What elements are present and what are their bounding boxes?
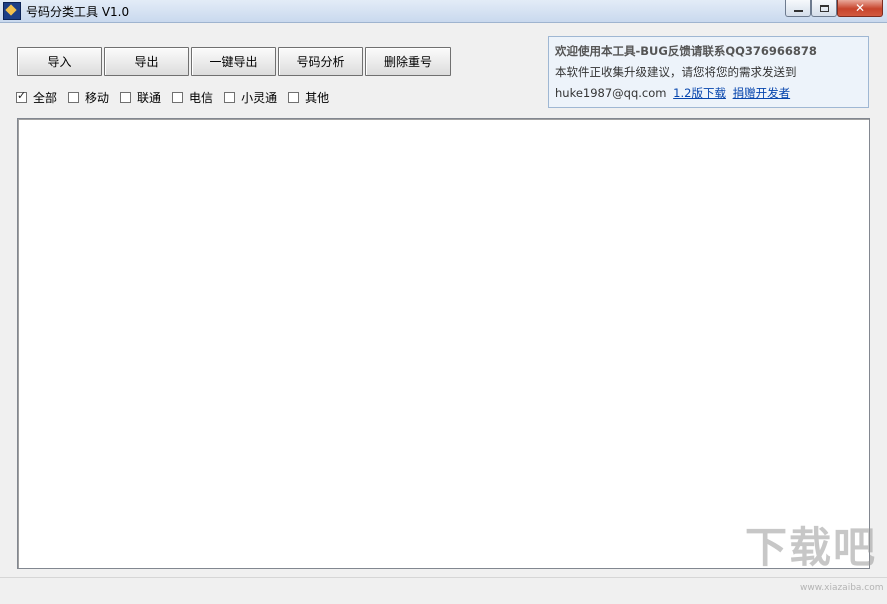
maximize-icon bbox=[819, 4, 829, 12]
contact-email: huke1987@qq.com bbox=[555, 86, 667, 100]
feedback-text: 本软件正收集升级建议，请您将您的需求发送到 bbox=[555, 65, 797, 79]
donate-link[interactable]: 捐赠开发者 bbox=[733, 86, 791, 100]
filter-telecom[interactable]: 电信 bbox=[172, 89, 213, 106]
number-analysis-button[interactable]: 号码分析 bbox=[278, 47, 363, 76]
status-bar bbox=[0, 577, 887, 604]
filter-label: 电信 bbox=[189, 90, 214, 105]
checkbox-telecom[interactable] bbox=[172, 91, 184, 103]
title-bar[interactable]: 号码分类工具 V1.0 ✕ bbox=[0, 0, 887, 23]
minimize-button[interactable] bbox=[785, 0, 811, 17]
one-click-export-button[interactable]: 一键导出 bbox=[191, 47, 276, 76]
filter-label: 联通 bbox=[137, 90, 162, 105]
minimize-icon bbox=[793, 10, 803, 12]
filter-label: 移动 bbox=[85, 90, 110, 105]
welcome-text: 欢迎使用本工具-BUG反馈请联系QQ376966878 bbox=[555, 44, 817, 58]
checkbox-all[interactable] bbox=[16, 89, 27, 103]
close-button[interactable]: ✕ bbox=[837, 0, 883, 17]
filter-label: 其他 bbox=[305, 90, 330, 105]
watermark-url: www.xiazaiba.com bbox=[800, 583, 884, 593]
filter-phs[interactable]: 小灵通 bbox=[224, 89, 277, 106]
filter-unicom[interactable]: 联通 bbox=[120, 89, 161, 106]
output-textarea[interactable] bbox=[17, 118, 870, 569]
watermark-logo: 下载吧 bbox=[745, 523, 878, 572]
filter-other[interactable]: 其他 bbox=[288, 89, 329, 106]
window-title: 号码分类工具 V1.0 bbox=[26, 5, 130, 19]
contact-line: huke1987@qq.com 1.2版下载 捐赠开发者 bbox=[555, 83, 862, 104]
export-button[interactable]: 导出 bbox=[104, 47, 189, 76]
checkbox-other[interactable] bbox=[288, 91, 300, 103]
maximize-button[interactable] bbox=[811, 0, 837, 17]
delete-duplicates-button[interactable]: 删除重号 bbox=[365, 47, 451, 76]
close-icon: ✕ bbox=[854, 1, 866, 15]
carrier-filter-group: 全部 移动 联通 电信 小灵通 其他 bbox=[16, 89, 340, 105]
filter-label: 小灵通 bbox=[241, 90, 278, 105]
filter-all[interactable]: 全部 bbox=[16, 89, 57, 106]
info-panel: 欢迎使用本工具-BUG反馈请联系QQ376966878 本软件正收集升级建议，请… bbox=[548, 36, 869, 108]
checkbox-phs[interactable] bbox=[224, 91, 236, 103]
checkbox-unicom[interactable] bbox=[120, 91, 132, 103]
app-icon bbox=[3, 2, 21, 20]
import-button[interactable]: 导入 bbox=[17, 47, 102, 76]
filter-label: 全部 bbox=[33, 90, 58, 105]
download-link[interactable]: 1.2版下载 bbox=[673, 86, 726, 100]
filter-mobile[interactable]: 移动 bbox=[68, 89, 109, 106]
checkbox-mobile[interactable] bbox=[68, 91, 80, 103]
